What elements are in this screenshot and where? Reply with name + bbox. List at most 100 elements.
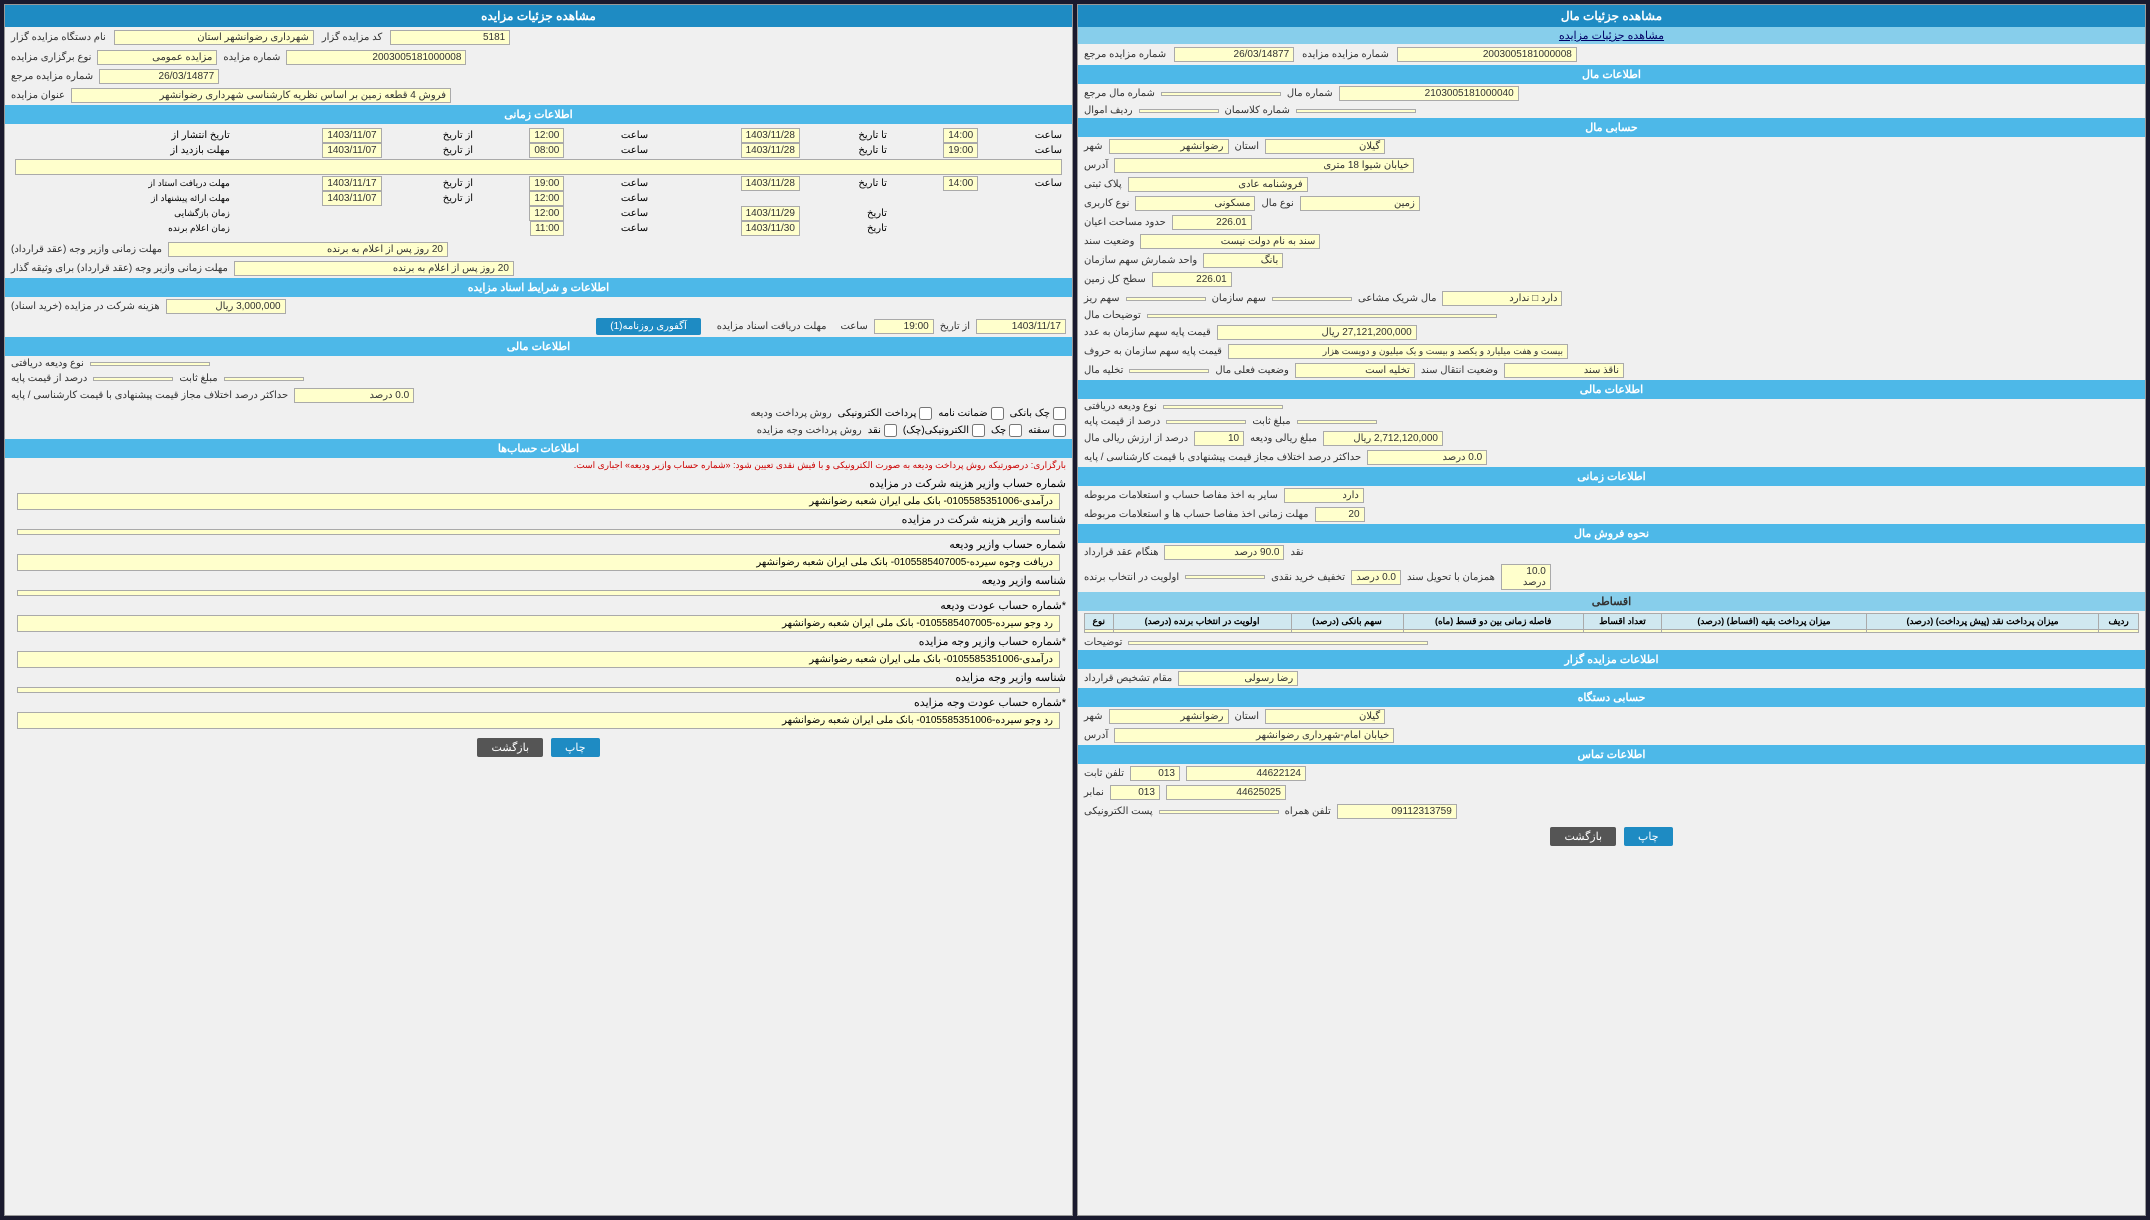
nasabi-header: حسابی دستگاه — [1078, 688, 2145, 707]
towzih-zamani-field — [15, 159, 1062, 175]
tel-sabit-field: 44622124 — [1186, 766, 1306, 781]
mohl-estad-ta-time-field: 14:00 — [943, 176, 978, 191]
towzih-field — [1147, 314, 1497, 318]
hesabi-header: حسابی مال — [1078, 118, 2145, 137]
asnad-header: اطلاعات و شرایط اسناد مزایده — [5, 278, 1072, 297]
right-zamani-header: اطلاعات زمانی — [5, 105, 1072, 124]
payment-option-1[interactable]: پرداخت الکترونیکی — [838, 407, 933, 420]
tamas-header: اطلاعات تماس — [1078, 745, 2145, 764]
akfori-button[interactable]: آگفوری روزنامه(1) — [596, 318, 700, 335]
email-field — [1159, 810, 1279, 814]
mal-marje-field — [1161, 92, 1281, 96]
vaziat-feli-field: تخلیه است — [1295, 363, 1415, 378]
mohl-pishnahad-time-field: 12:00 — [529, 191, 564, 206]
amval-field — [1139, 109, 1219, 113]
auction-code-field: 5181 — [390, 30, 510, 45]
financial-info-header: اطلاعات مال — [1078, 65, 2145, 84]
sahm-sazman-field — [1272, 297, 1352, 301]
hanqam-aqd-field: 90.0 درصد — [1164, 545, 1284, 560]
col-fasele: فاصله زمانی بین دو قسط (ماه) — [1403, 614, 1583, 630]
hoghooq-field: 3,000,000 ریال — [166, 299, 286, 314]
auction-number-field: 2003005181000008 — [286, 50, 466, 65]
account5-field: رد وجو سیرده-0105585351006- بانک ملی ایر… — [17, 712, 1060, 729]
col-baghi: میزان پرداخت بقیه (افساط) (درصد) — [1662, 614, 1867, 630]
enteshar-ta-date-field: 1403/11/28 — [741, 128, 800, 143]
dates-table: ساعت 14:00 تا تاریخ 1403/11/28 ساعت 12:0… — [11, 128, 1066, 236]
mohl-pishnahad-date-field: 1403/11/07 — [322, 191, 381, 206]
elam-time-field: 11:00 — [530, 221, 564, 236]
plak-field: فروشنامه عادی — [1128, 177, 1308, 192]
left-print-button[interactable]: چاپ — [1624, 827, 1673, 846]
fax-code-field: 013 — [1110, 785, 1160, 800]
left-panel: مشاهده جزئیات مال مشاهده جزئیات مزایده 2… — [1077, 4, 2146, 1216]
enteshar-az-time-field: 12:00 — [529, 128, 564, 143]
bazia-az-time-field: 08:00 — [529, 143, 564, 158]
enteshar-az-date-field: 1403/11/07 — [322, 128, 381, 143]
fax-field: 44625025 — [1166, 785, 1286, 800]
tel-hamrah-field: 09112313759 — [1337, 804, 1457, 819]
auction-noe-field: مزایده عمومی — [97, 50, 217, 65]
bazgoshai-date-field: 1403/11/29 — [741, 206, 800, 221]
right-print-button[interactable]: چاپ — [551, 738, 600, 757]
auction-name-field: شهرداری رضوانشهر استان — [114, 30, 314, 45]
payment2-option-4[interactable]: سفته — [1028, 424, 1066, 437]
right-hadasghar-field: 0.0 درصد — [294, 388, 414, 403]
col-tedad: تعداد اقساط — [1583, 614, 1661, 630]
mohl-asnad-time-field: 19:00 — [874, 319, 934, 334]
financial-header: اطلاعات مالی — [1078, 380, 2145, 399]
shahr-field: رضوانشهر — [1109, 139, 1229, 154]
right-panel: مشاهده جزئیات مزایده 5181 کد مزایده گزار… — [4, 4, 1073, 1216]
ostan-field: گیلان — [1265, 139, 1385, 154]
mohl-estad-ta-date-field: 1403/11/28 — [741, 176, 800, 191]
classman-field — [1296, 109, 1416, 113]
mohl-estad-az-date-field: 1403/11/17 — [322, 176, 381, 191]
left-main-header: مشاهده جزئیات مال — [1078, 5, 2145, 27]
payment2-option-1[interactable]: نقد — [868, 424, 897, 437]
account3-field: رد وجو سیرده-0105585407005- بانک ملی ایر… — [17, 615, 1060, 632]
right-noe-vodie-field — [90, 362, 210, 366]
account4-field: درآمدی-0105585351006- بانک ملی ایران شعب… — [17, 651, 1060, 668]
avvaliat-field — [1185, 575, 1265, 579]
reference-number-field: 26/03/14877 — [1174, 47, 1294, 62]
moqam-field: رضا رسولی — [1178, 671, 1298, 686]
payment2-option-3[interactable]: چک — [991, 424, 1022, 437]
mohl-variz2-field: 20 روز پس از اعلام به برنده — [234, 261, 514, 276]
noe-field: زمین — [1300, 196, 1420, 211]
right-darsad-field — [93, 377, 173, 381]
payment-option-2[interactable]: ضمانت نامه — [938, 407, 1003, 420]
ostan-nasabi-field: گیلان — [1265, 709, 1385, 724]
vaziat-sanad-field: ناقذ سند — [1504, 363, 1624, 378]
sanadi1-field — [17, 529, 1060, 535]
left-back-button[interactable]: بازگشت — [1550, 827, 1616, 846]
price-base-field: 27,121,200,000 ریال — [1217, 325, 1417, 340]
enteshar-ta-time-label: ساعت — [978, 128, 1066, 143]
sharik-field: دارد □ ندارد — [1442, 291, 1562, 306]
mohl-field: 20 — [1315, 507, 1365, 522]
baraye-hesab-field: دارد — [1284, 488, 1364, 503]
share-field: بانگ — [1203, 253, 1283, 268]
left-sub-link[interactable]: مشاهده جزئیات مزایده — [1559, 30, 1664, 42]
mohl-asnad-date-field: 1403/11/17 — [976, 319, 1066, 334]
col-sahm-banki: سهم بانکی (درصد) — [1291, 614, 1403, 630]
noe-vodie-field — [1163, 405, 1283, 409]
vaziat-field: سند به نام دولت نیست — [1140, 234, 1320, 249]
price-base-text-field: بیست و هفت میلیارد و یکصد و بیست و یک می… — [1228, 344, 1568, 359]
right-mablag-field — [224, 377, 304, 381]
auction-number-field: 2003005181000008 — [1397, 47, 1577, 62]
address-nasabi-field: خیابان امام-شهرداری رضوانشهر — [1114, 728, 1394, 743]
auction-marje-field: 26/03/14877 — [99, 69, 219, 84]
right-main-header: مشاهده جزئیات مزایده — [5, 5, 1072, 27]
col-avvaliat: اولویت در انتخاب برنده (درصد) — [1113, 614, 1291, 630]
mablag-rial-field: 2,712,120,000 ریال — [1323, 431, 1443, 446]
eqsat-header: اقساطی — [1078, 592, 2145, 611]
mosaha-field: 226.01 — [1172, 215, 1252, 230]
bazia-az-date-field: 1403/11/07 — [322, 143, 381, 158]
payment-option-3[interactable]: چک بانکی — [1010, 407, 1066, 420]
address-field: خیابان شیوا 18 متری — [1114, 158, 1414, 173]
mohl-variz-field: 20 روز پس از اعلام به برنده — [168, 242, 448, 257]
kharid-naqd-field: 0.0 درصد — [1351, 570, 1401, 585]
gabr-header: اطلاعات مزایده گزار — [1078, 650, 2145, 669]
right-back-button[interactable]: بازگشت — [477, 738, 543, 757]
payment2-option-2[interactable]: الکترونیکی(چک) — [903, 424, 985, 437]
mal-number-field: 2103005181000040 — [1339, 86, 1519, 101]
